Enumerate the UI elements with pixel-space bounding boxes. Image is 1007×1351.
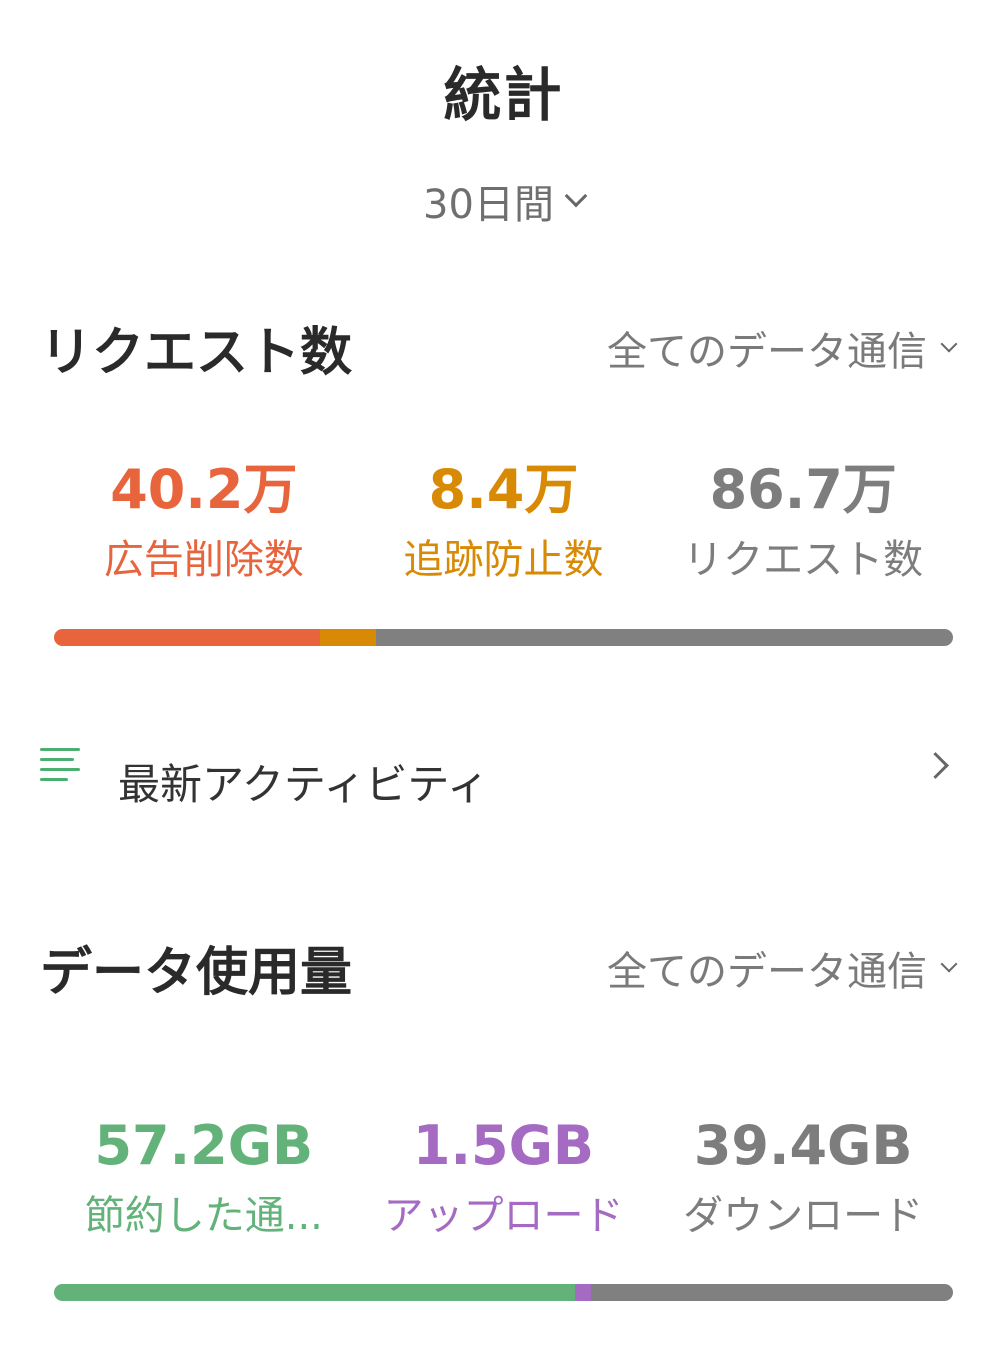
upload-label: アップロード	[383, 1193, 624, 1239]
trackers-blocked-stat[interactable]: 8.4万 追跡防止数	[354, 458, 654, 586]
total-requests-label: リクエスト数	[683, 537, 924, 583]
page-title: 統計	[443, 61, 564, 129]
data-usage-traffic-filter[interactable]: 全てのデータ通信	[607, 939, 958, 997]
chevron-down-icon	[940, 955, 958, 972]
chevron-right-icon	[922, 751, 949, 779]
data-usage-filter-label: 全てのデータ通信	[607, 948, 927, 995]
data-saved-label: 節約した通...	[84, 1193, 323, 1239]
data-usage-progress-bar	[54, 1284, 953, 1301]
other-requests-bar-segment	[375, 629, 953, 646]
list-icon	[40, 748, 82, 782]
requests-traffic-filter[interactable]: 全てのデータ通信	[607, 319, 958, 377]
data-usage-section-title: データ使用量	[40, 943, 353, 1003]
download-stat[interactable]: 39.4GB ダウンロード	[653, 1114, 953, 1242]
requests-progress-bar	[54, 629, 953, 646]
recent-activity-label: 最新アクティビティ	[118, 759, 489, 809]
upload-stat[interactable]: 1.5GB アップロード	[354, 1114, 654, 1242]
total-requests-value: 86.7万	[709, 458, 897, 521]
statistics-screen: 統計 30日間 リクエスト数 全てのデータ通信 40.2万 広告削除数 8.4万…	[0, 0, 1007, 1351]
data-saved-stat[interactable]: 57.2GB 節約した通...	[54, 1114, 354, 1242]
ads-blocked-value: 40.2万	[110, 458, 298, 521]
requests-stats: 40.2万 広告削除数 8.4万 追跡防止数 86.7万 リクエスト数	[54, 458, 953, 586]
upload-value: 1.5GB	[412, 1114, 595, 1177]
ads-blocked-stat[interactable]: 40.2万 広告削除数	[54, 458, 354, 586]
trackers-bar-segment	[320, 629, 376, 646]
recent-activity-row[interactable]: 最新アクティビティ	[40, 735, 955, 815]
period-selector[interactable]: 30日間	[0, 172, 1007, 230]
requests-section-title: リクエスト数	[40, 323, 353, 383]
chevron-down-icon	[564, 184, 588, 208]
data-saved-bar-segment	[54, 1284, 576, 1301]
trackers-blocked-value: 8.4万	[428, 458, 579, 521]
requests-header: リクエスト数 全てのデータ通信	[40, 310, 958, 385]
trackers-blocked-label: 追跡防止数	[403, 537, 604, 583]
data-usage-stats: 57.2GB 節約した通... 1.5GB アップロード 39.4GB ダウンロ…	[54, 1114, 953, 1242]
data-saved-value: 57.2GB	[94, 1114, 314, 1177]
download-value: 39.4GB	[693, 1114, 913, 1177]
ads-bar-segment	[54, 629, 321, 646]
total-requests-stat[interactable]: 86.7万 リクエスト数	[653, 458, 953, 586]
ads-blocked-label: 広告削除数	[103, 537, 304, 583]
chevron-down-icon	[940, 335, 958, 352]
download-bar-segment	[590, 1284, 953, 1301]
download-label: ダウンロード	[683, 1193, 924, 1239]
upload-bar-segment	[575, 1284, 591, 1301]
period-label: 30日間	[423, 182, 554, 228]
data-usage-header: データ使用量 全てのデータ通信	[40, 930, 958, 1005]
requests-filter-label: 全てのデータ通信	[607, 328, 927, 375]
